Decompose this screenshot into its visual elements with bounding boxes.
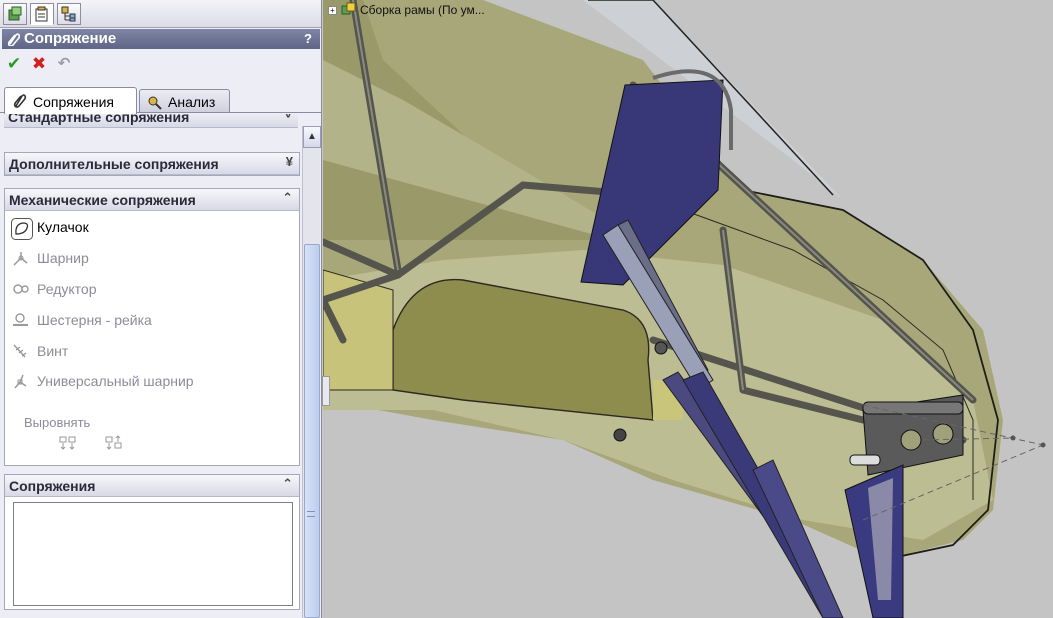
expand-tree-icon[interactable]: + <box>328 6 337 15</box>
scrollbar-grip <box>307 511 315 517</box>
universal-joint-icon <box>14 374 27 389</box>
property-manager-tab[interactable] <box>30 3 54 25</box>
configuration-icon <box>61 6 76 22</box>
assembly-name[interactable]: Сборка рамы (По ум... <box>360 3 485 17</box>
scroll-up-arrow-icon[interactable]: ▲ <box>303 126 321 148</box>
mate-paperclip-icon <box>7 33 20 46</box>
group-mates-title: Сопряжения <box>9 478 96 494</box>
rack-pinion-icon <box>13 313 28 326</box>
mate-cam-label: Кулачок <box>37 219 89 235</box>
align-opposite-icon[interactable] <box>105 435 123 451</box>
chevron-down-icon[interactable]: ˅ <box>284 114 292 122</box>
group-mates-list: Сопряжения ⌃ <box>4 474 300 610</box>
graphics-area[interactable]: + Сборка рамы (По ум... <box>323 0 1053 618</box>
chevron-collapse-icon[interactable]: ⌃ <box>282 190 293 206</box>
group-standard-mates[interactable]: Стандартные сопряжения ˅ <box>4 114 300 128</box>
gear-icon <box>13 284 29 294</box>
mate-rack-pinion-label: Шестерня - рейка <box>37 312 152 328</box>
cam-icon <box>11 218 33 240</box>
tab-mates-label: Сопряжения <box>33 94 114 110</box>
assembly-icon <box>341 2 356 15</box>
property-manager-panel: Сопряжение ? ✔ ✖ ↶ Сопряжения Анализ Ста… <box>0 0 322 618</box>
mate-screw[interactable]: Винт <box>11 340 271 364</box>
group-mates-header[interactable]: Сопряжения ⌃ <box>5 475 299 497</box>
feature-manager-tab[interactable] <box>3 3 27 25</box>
mate-gear-label: Редуктор <box>37 281 97 297</box>
group-advanced-title: Дополнительные сопряжения <box>9 156 219 172</box>
screw-icon <box>13 344 27 358</box>
hinge-icon <box>13 252 28 266</box>
mate-universal-joint[interactable]: Универсальный шарнир <box>11 370 271 394</box>
tab-analysis[interactable]: Анализ <box>139 89 230 112</box>
mate-gear[interactable]: Редуктор <box>11 278 271 302</box>
group-mechanical-mates: Механические сопряжения ⌃ Кулачок Шарнир… <box>4 188 300 466</box>
align-label: Выровнять <box>24 415 91 430</box>
group-standard-header[interactable]: Стандартные сопряжения ˅ <box>4 114 298 128</box>
manager-tabs-bar <box>0 0 321 28</box>
panel-splitter-handle[interactable] <box>322 376 330 406</box>
chevron-expand-icon[interactable]: ¥ <box>286 154 293 169</box>
panel-title: Сопряжение <box>24 30 117 47</box>
ok-check-icon[interactable]: ✔ <box>4 54 24 74</box>
panel-scrollbar[interactable]: ▲ <box>302 126 321 618</box>
group-standard-title: Стандартные сопряжения <box>8 114 190 125</box>
action-buttons: ✔ ✖ ↶ <box>4 54 204 74</box>
panel-scroll-area: Стандартные сопряжения ˅ Дополнительные … <box>0 114 321 618</box>
analysis-icon <box>148 96 162 110</box>
group-advanced-mates[interactable]: Дополнительные сопряжения ¥ <box>4 152 300 176</box>
group-mechanical-header[interactable]: Механические сопряжения ⌃ <box>5 189 299 211</box>
mate-screw-label: Винт <box>37 343 69 359</box>
chevron-collapse-icon[interactable]: ⌃ <box>282 476 293 492</box>
group-mechanical-title: Механические сопряжения <box>9 192 196 208</box>
help-button[interactable]: ? <box>304 31 312 46</box>
mate-cam[interactable]: Кулачок <box>11 216 271 240</box>
undo-icon[interactable]: ↶ <box>54 54 74 74</box>
mate-hinge[interactable]: Шарнир <box>11 247 271 271</box>
scrollbar-thumb[interactable] <box>304 244 320 618</box>
panel-title-bar: Сопряжение ? <box>2 29 320 49</box>
model-3d-view[interactable] <box>323 0 1053 618</box>
configuration-manager-tab[interactable] <box>57 3 81 25</box>
mate-paperclip-icon <box>13 94 27 108</box>
tab-analysis-label: Анализ <box>168 94 216 110</box>
tab-mates[interactable]: Сопряжения <box>4 87 137 114</box>
app-window: Сопряжение ? ✔ ✖ ↶ Сопряжения Анализ Ста… <box>0 0 1053 618</box>
property-manager-icon <box>35 6 48 22</box>
mate-hinge-label: Шарнир <box>37 250 89 266</box>
align-same-icon[interactable] <box>59 435 77 451</box>
feature-tree-icon <box>8 6 22 21</box>
mate-universal-joint-label: Универсальный шарнир <box>37 373 194 389</box>
mates-listbox[interactable] <box>13 502 293 606</box>
panel-tabs: Сопряжения Анализ <box>0 86 321 114</box>
group-advanced-header[interactable]: Дополнительные сопряжения ¥ <box>5 153 299 175</box>
mate-rack-pinion[interactable]: Шестерня - рейка <box>11 309 271 333</box>
cancel-x-icon[interactable]: ✖ <box>29 54 49 74</box>
